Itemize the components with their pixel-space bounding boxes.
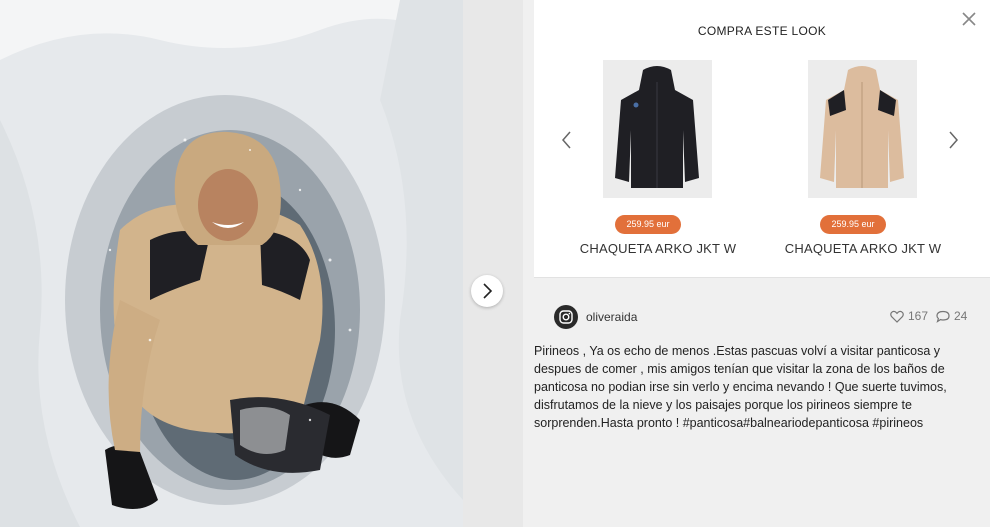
shop-the-look-card: COMPRA ESTE LOOK 259.95 eur CHAQUETA ARK… bbox=[534, 0, 990, 278]
product-name[interactable]: CHAQUETA ARKO JKT W bbox=[568, 241, 748, 256]
chevron-right-icon bbox=[483, 283, 493, 299]
instagram-icon[interactable] bbox=[554, 305, 578, 329]
likes-count: 167 bbox=[908, 309, 929, 323]
next-photo-button[interactable] bbox=[471, 275, 503, 307]
panel-gap bbox=[463, 0, 523, 527]
comments-count: 24 bbox=[954, 309, 968, 323]
product-card[interactable]: 259.95 eur CHAQUETA ARKO JKT W bbox=[568, 60, 748, 260]
post-author-row: oliveraida 167 24 bbox=[554, 305, 974, 329]
product-price: 259.95 eur bbox=[615, 215, 681, 234]
instagram-glyph bbox=[559, 310, 573, 324]
product-card[interactable]: 259.95 eur CHAQUETA ARKO JKT W bbox=[773, 60, 953, 260]
post-username[interactable]: oliveraida bbox=[586, 310, 637, 324]
details-panel: COMPRA ESTE LOOK 259.95 eur CHAQUETA ARK… bbox=[523, 0, 990, 527]
product-price: 259.95 eur bbox=[820, 215, 886, 234]
likes-counter[interactable]: 167 bbox=[890, 309, 928, 323]
post-caption: Pirineos , Ya os echo de menos .Estas pa… bbox=[534, 344, 947, 430]
comments-counter[interactable]: 24 bbox=[936, 309, 967, 323]
product-image[interactable] bbox=[808, 60, 917, 198]
look-lightbox: COMPRA ESTE LOOK 259.95 eur CHAQUETA ARK… bbox=[0, 0, 990, 527]
beige-jacket-image bbox=[808, 60, 917, 198]
comment-icon bbox=[936, 310, 950, 323]
shop-the-look-title: COMPRA ESTE LOOK bbox=[697, 24, 827, 38]
heart-icon bbox=[890, 310, 904, 323]
product-image[interactable] bbox=[603, 60, 712, 198]
product-name[interactable]: CHAQUETA ARKO JKT W bbox=[773, 241, 953, 256]
black-jacket-image bbox=[603, 60, 712, 198]
snow-cave-illustration bbox=[0, 0, 463, 527]
close-icon bbox=[962, 12, 976, 26]
post-photo bbox=[0, 0, 463, 527]
close-button[interactable] bbox=[960, 10, 978, 28]
